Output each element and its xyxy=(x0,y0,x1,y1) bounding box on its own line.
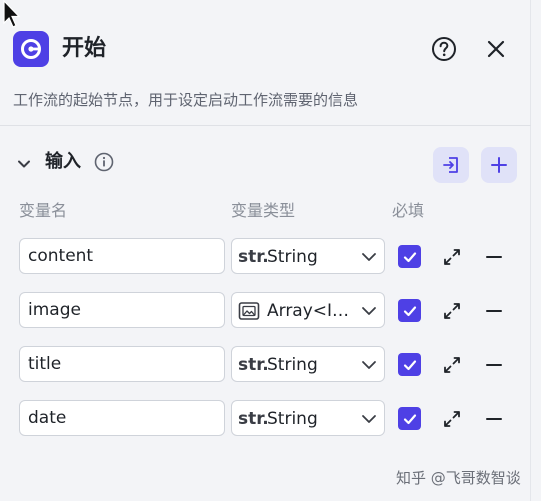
select-arrow xyxy=(360,356,378,374)
start-node-icon xyxy=(21,39,41,59)
select-arrow xyxy=(360,302,378,320)
expand-button[interactable] xyxy=(440,353,464,377)
column-header-name: 变量名 xyxy=(19,201,68,220)
variable-name-input[interactable] xyxy=(19,238,225,274)
str-icon: str. xyxy=(238,247,269,267)
input-section-header: 输入 xyxy=(13,147,518,183)
variable-type-value: String xyxy=(267,409,318,429)
remove-variable-button[interactable] xyxy=(482,407,506,431)
expand-button[interactable] xyxy=(440,299,464,323)
select-arrow xyxy=(360,248,378,266)
variable-type-select[interactable]: str. String xyxy=(231,346,385,382)
chevron-down-icon xyxy=(362,415,376,423)
variable-type-value: Array<I… xyxy=(267,301,350,321)
info-circle-icon xyxy=(94,152,114,172)
variable-row: str. String xyxy=(19,238,519,276)
column-header-required: 必填 xyxy=(392,201,425,220)
remove-variable-button[interactable] xyxy=(482,299,506,323)
input-section-label: 输入 xyxy=(45,151,81,172)
check-icon xyxy=(403,251,416,262)
minus-icon xyxy=(486,418,502,420)
variable-name-input[interactable] xyxy=(19,292,225,328)
start-node-logo xyxy=(13,31,49,67)
node-description: 工作流的起始节点，用于设定启动工作流需要的信息 xyxy=(13,91,359,109)
expand-icon xyxy=(444,249,460,265)
panel-header: 开始 xyxy=(13,30,530,68)
image-icon xyxy=(238,300,260,322)
import-variables-button[interactable] xyxy=(433,147,469,183)
collapse-toggle[interactable] xyxy=(13,153,35,175)
variable-type-value: String xyxy=(267,247,318,267)
select-arrow xyxy=(360,410,378,428)
minus-icon xyxy=(486,310,502,312)
required-checkbox[interactable] xyxy=(398,299,421,322)
variable-type-select[interactable]: Array<I… xyxy=(231,292,385,328)
variable-type-select[interactable]: str. String xyxy=(231,400,385,436)
variable-type-select[interactable]: str. String xyxy=(231,238,385,274)
required-checkbox[interactable] xyxy=(398,407,421,430)
mouse-cursor-icon xyxy=(3,0,21,28)
import-icon xyxy=(443,157,458,173)
column-header-type: 变量类型 xyxy=(231,201,296,220)
required-checkbox[interactable] xyxy=(398,353,421,376)
expand-button[interactable] xyxy=(440,407,464,431)
expand-button[interactable] xyxy=(440,245,464,269)
divider xyxy=(0,125,531,126)
watermark: 知乎 @飞哥数智谈 xyxy=(396,469,521,487)
close-icon xyxy=(487,40,505,58)
check-icon xyxy=(403,413,416,424)
expand-icon xyxy=(444,357,460,373)
variable-row: Array<I… xyxy=(19,292,519,330)
chevron-down-icon xyxy=(18,160,30,168)
chevron-down-icon xyxy=(362,361,376,369)
variable-name-input[interactable] xyxy=(19,400,225,436)
check-icon xyxy=(403,359,416,370)
plus-icon xyxy=(491,157,507,173)
str-icon: str. xyxy=(238,355,269,375)
str-icon: str. xyxy=(238,409,269,429)
expand-icon xyxy=(444,411,460,427)
check-icon xyxy=(403,305,416,316)
variable-row: str. String xyxy=(19,400,519,438)
variable-type-value: String xyxy=(267,355,318,375)
remove-variable-button[interactable] xyxy=(482,353,506,377)
info-icon[interactable] xyxy=(93,151,115,173)
help-button[interactable] xyxy=(429,34,459,64)
start-node-panel: 开始 工作流的起始节点，用于设定启动工作流需要的信息 输入 变量名 变量类型 必… xyxy=(0,0,531,501)
remove-variable-button[interactable] xyxy=(482,245,506,269)
help-icon xyxy=(432,37,456,61)
add-variable-button[interactable] xyxy=(481,147,517,183)
chevron-down-icon xyxy=(362,253,376,261)
variable-name-input[interactable] xyxy=(19,346,225,382)
minus-icon xyxy=(486,256,502,258)
chevron-down-icon xyxy=(362,307,376,315)
required-checkbox[interactable] xyxy=(398,245,421,268)
close-button[interactable] xyxy=(481,34,511,64)
minus-icon xyxy=(486,364,502,366)
expand-icon xyxy=(444,303,460,319)
variable-row: str. String xyxy=(19,346,519,384)
node-title: 开始 xyxy=(62,36,107,61)
